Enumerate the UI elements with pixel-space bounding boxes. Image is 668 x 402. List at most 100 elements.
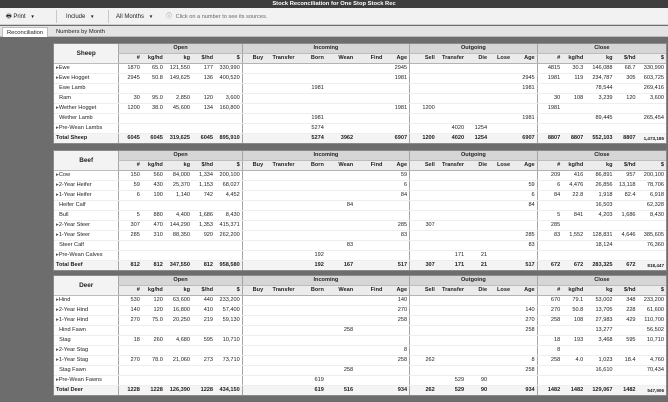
total-cell[interactable]: 6045: [192, 133, 216, 143]
table-cell[interactable]: 50.8: [562, 305, 586, 316]
table-cell[interactable]: 140: [512, 305, 538, 316]
table-cell[interactable]: 1254: [466, 123, 490, 134]
total-cell[interactable]: 129,067: [585, 385, 615, 395]
table-cell[interactable]: 4815: [536, 63, 563, 74]
table-cell[interactable]: 83: [536, 230, 563, 241]
table-cell[interactable]: 8,430: [215, 210, 243, 221]
table-cell[interactable]: 4,400: [164, 210, 193, 221]
total-cell[interactable]: 319,625: [164, 133, 193, 143]
table-cell[interactable]: 16,503: [585, 200, 615, 211]
table-cell[interactable]: 3,468: [585, 335, 615, 346]
include-dropdown[interactable]: Include ▼: [66, 11, 95, 22]
row-label[interactable]: ▸2-Year Stag: [54, 345, 119, 356]
table-cell[interactable]: 258: [325, 325, 356, 336]
table-cell[interactable]: 2945: [118, 73, 142, 84]
table-cell[interactable]: 4,203: [585, 210, 615, 221]
table-cell[interactable]: 3,600: [637, 93, 666, 104]
table-cell[interactable]: 305: [614, 73, 638, 84]
table-cell[interactable]: 233,200: [215, 295, 243, 306]
table-cell[interactable]: 108: [562, 93, 586, 104]
total-cell[interactable]: 812: [141, 260, 165, 270]
table-cell[interactable]: 4.0: [562, 355, 586, 366]
table-cell[interactable]: 27,983: [585, 315, 615, 326]
table-cell[interactable]: 1,918: [585, 190, 615, 201]
total-cell[interactable]: 1200: [409, 133, 437, 143]
table-cell[interactable]: 13,705: [585, 305, 615, 316]
table-cell[interactable]: 108: [562, 315, 586, 326]
total-cell[interactable]: 6907: [512, 133, 538, 143]
table-cell[interactable]: 6: [384, 180, 410, 191]
table-cell[interactable]: 21,060: [164, 355, 193, 366]
table-cell[interactable]: 429: [614, 315, 638, 326]
table-cell[interactable]: 258: [512, 325, 538, 336]
print-button[interactable]: 🖶 Print ▼: [6, 11, 35, 22]
total-cell[interactable]: 934: [512, 385, 538, 395]
table-cell[interactable]: 83: [325, 240, 356, 251]
total-cell[interactable]: 1254: [466, 133, 490, 143]
table-cell[interactable]: 53,002: [585, 295, 615, 306]
table-cell[interactable]: 330,990: [637, 63, 666, 74]
table-cell[interactable]: 5274: [296, 123, 326, 134]
table-cell[interactable]: 262: [409, 355, 437, 366]
table-cell[interactable]: 6: [512, 190, 538, 201]
table-cell[interactable]: 120: [614, 93, 638, 104]
table-cell[interactable]: 16,610: [585, 365, 615, 376]
total-cell[interactable]: 552,103: [585, 133, 615, 143]
table-cell[interactable]: 68,027: [215, 180, 243, 191]
table-cell[interactable]: 4,760: [637, 355, 666, 366]
table-cell[interactable]: 110,700: [637, 315, 666, 326]
table-cell[interactable]: 410: [192, 305, 216, 316]
table-cell[interactable]: 8: [512, 355, 538, 366]
row-label[interactable]: ▸2-Year Heifer: [54, 180, 119, 191]
table-cell[interactable]: 22.8: [562, 190, 586, 201]
table-cell[interactable]: 4,680: [164, 335, 193, 346]
table-cell[interactable]: 30.3: [562, 63, 586, 74]
table-cell[interactable]: 86,891: [585, 170, 615, 181]
table-cell[interactable]: 285: [118, 230, 142, 241]
table-cell[interactable]: 20,250: [164, 315, 193, 326]
table-cell[interactable]: 1,552: [562, 230, 586, 241]
total-cell[interactable]: 934: [384, 385, 410, 395]
total-cell[interactable]: 517: [512, 260, 538, 270]
table-cell[interactable]: 160,800: [215, 103, 243, 114]
table-cell[interactable]: 1870: [118, 63, 142, 74]
table-cell[interactable]: 8: [384, 345, 410, 356]
total-cell[interactable]: 167: [325, 260, 356, 270]
table-cell[interactable]: 57,400: [215, 305, 243, 316]
table-cell[interactable]: 258: [384, 355, 410, 366]
total-cell[interactable]: 812: [118, 260, 142, 270]
table-cell[interactable]: 76,360: [637, 240, 666, 251]
table-cell[interactable]: 273: [192, 355, 216, 366]
table-cell[interactable]: 258: [536, 355, 563, 366]
table-cell[interactable]: 1,153: [192, 180, 216, 191]
table-cell[interactable]: 84: [325, 200, 356, 211]
total-cell[interactable]: 1482: [562, 385, 586, 395]
table-cell[interactable]: 70,434: [637, 365, 666, 376]
table-cell[interactable]: 59: [118, 180, 142, 191]
total-cell[interactable]: 283,325: [585, 260, 615, 270]
table-cell[interactable]: 285: [512, 230, 538, 241]
table-cell[interactable]: 78,544: [585, 83, 615, 94]
table-cell[interactable]: 603,725: [637, 73, 666, 84]
total-cell[interactable]: 1,473,185: [637, 133, 666, 143]
table-cell[interactable]: 171: [436, 250, 467, 261]
table-cell[interactable]: 83: [512, 240, 538, 251]
table-cell[interactable]: 1,686: [614, 210, 638, 221]
total-cell[interactable]: 4020: [436, 133, 467, 143]
table-cell[interactable]: 269,416: [637, 83, 666, 94]
table-cell[interactable]: 4020: [436, 123, 467, 134]
table-cell[interactable]: 73,710: [215, 355, 243, 366]
table-cell[interactable]: 30: [536, 93, 563, 104]
table-cell[interactable]: 416: [562, 170, 586, 181]
table-cell[interactable]: 140: [118, 305, 142, 316]
table-cell[interactable]: 13,118: [614, 180, 638, 191]
total-cell[interactable]: 619: [296, 385, 326, 395]
table-cell[interactable]: 385,605: [637, 230, 666, 241]
table-cell[interactable]: 262,200: [215, 230, 243, 241]
table-cell[interactable]: 270: [118, 315, 142, 326]
table-cell[interactable]: 18.4: [614, 355, 638, 366]
table-cell[interactable]: 6: [118, 190, 142, 201]
table-cell[interactable]: 56,502: [637, 325, 666, 336]
table-cell[interactable]: 258: [384, 315, 410, 326]
table-cell[interactable]: 440: [192, 295, 216, 306]
